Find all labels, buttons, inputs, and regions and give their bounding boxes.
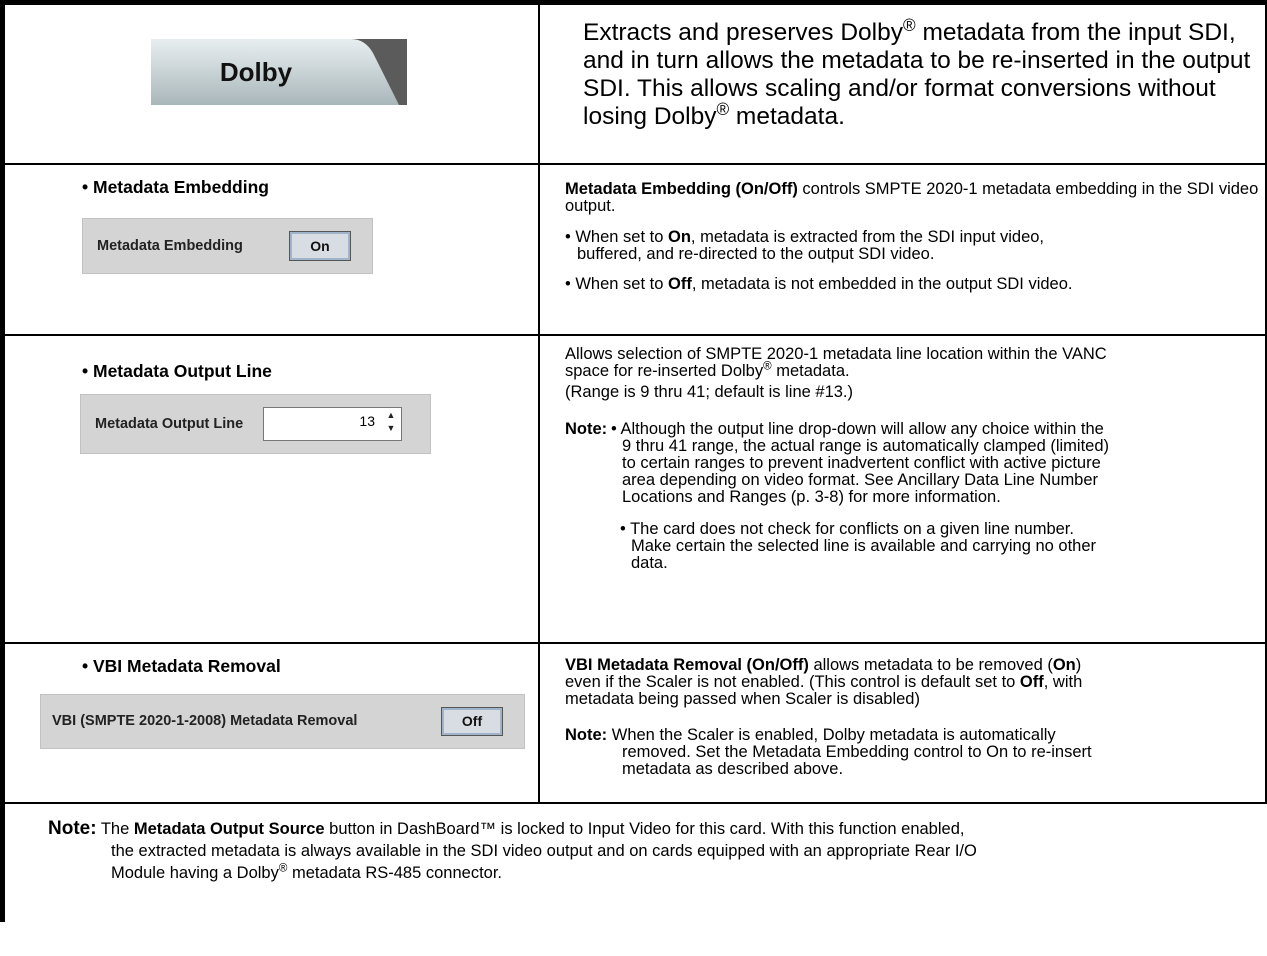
- output-line-label: Metadata Output Line: [95, 416, 244, 432]
- tab-label: Dolby: [219, 57, 293, 87]
- vbi-note-3: metadata as described above.: [622, 760, 844, 778]
- output-line-note1-l3: to certain ranges to prevent inadvertent…: [622, 454, 1101, 472]
- vbi-desc-2: even if the Scaler is not enabled. (This…: [565, 673, 1083, 691]
- intro-text: Extracts and preserves Dolby® metadata f…: [583, 14, 1251, 130]
- vbi-toggle-button[interactable]: Off: [441, 707, 503, 736]
- vbi-note-1: Note: When the Scaler is enabled, Dolby …: [565, 726, 1056, 744]
- output-line-note1-l2: 9 thru 41 range, the actual range is aut…: [622, 437, 1109, 455]
- vbi-desc-1: VBI Metadata Removal (On/Off) allows met…: [565, 656, 1082, 674]
- output-line-note2-l3: data.: [631, 554, 668, 572]
- embedding-label: Metadata Embedding: [97, 238, 243, 254]
- output-line-range: (Range is 9 thru 41; default is line #13…: [565, 383, 854, 401]
- output-line-note2-l1: • The card does not check for conflicts …: [620, 520, 1074, 538]
- output-line-desc-2: space for re-inserted Dolby® metadata.: [565, 360, 850, 380]
- embedding-toggle-button[interactable]: On: [289, 231, 351, 261]
- embedding-title: • Metadata Embedding: [82, 177, 269, 197]
- footer-line-3: Module having a Dolby® metadata RS-485 c…: [111, 862, 503, 882]
- footer-line-2: the extracted metadata is always availab…: [111, 842, 977, 860]
- vbi-note-2: removed. Set the Metadata Embedding cont…: [622, 743, 1092, 761]
- embedding-bullet-on: • When set to On, metadata is extracted …: [565, 228, 1045, 246]
- dolby-tab-cell: Dolby: [1, 1, 540, 165]
- page: Dolby Extracts and preserves Dolby® meta…: [0, 0, 1267, 956]
- vbi-desc-cell: VBI Metadata Removal (On/Off) allows met…: [538, 642, 1267, 804]
- output-line-note1-l1: • Although the output line drop-down wil…: [611, 420, 1104, 438]
- footer-note-cell: Note: The Metadata Output Source button …: [1, 802, 1266, 922]
- output-line-value: 13: [359, 413, 375, 429]
- output-line-note1-l4: area depending on video format. See Anci…: [622, 471, 1099, 489]
- output-line-control: Metadata Output Line 13 ▲ ▼: [80, 394, 431, 454]
- embedding-desc: Metadata Embedding (On/Off) controls SMP…: [565, 180, 1259, 215]
- output-line-desc-cell: Allows selection of SMPTE 2020-1 metadat…: [538, 334, 1267, 644]
- dolby-tab[interactable]: Dolby: [151, 39, 407, 105]
- vbi-cell: • VBI Metadata Removal VBI (SMPTE 2020-1…: [1, 642, 540, 804]
- vbi-control: VBI (SMPTE 2020-1-2008) Metadata Removal…: [40, 694, 525, 749]
- output-line-title: • Metadata Output Line: [82, 361, 272, 381]
- output-line-note-label: Note:: [565, 420, 608, 438]
- spinner-arrows-icon[interactable]: ▲ ▼: [383, 409, 399, 439]
- vbi-label: VBI (SMPTE 2020-1-2008) Metadata Removal: [52, 713, 358, 729]
- embedding-desc-cell: Metadata Embedding (On/Off) controls SMP…: [538, 163, 1267, 336]
- footer-line-1: Note: The Metadata Output Source button …: [48, 818, 965, 839]
- output-line-spinner[interactable]: 13 ▲ ▼: [263, 407, 402, 441]
- feature-table: Dolby Extracts and preserves Dolby® meta…: [0, 0, 1267, 922]
- output-line-desc-1: Allows selection of SMPTE 2020-1 metadat…: [565, 345, 1107, 363]
- embedding-bullet-on-cont: buffered, and re-directed to the output …: [577, 245, 935, 263]
- embedding-cell: • Metadata Embedding Metadata Embedding …: [1, 163, 540, 336]
- output-line-cell: • Metadata Output Line Metadata Output L…: [1, 334, 540, 644]
- output-line-note1-l5: Locations and Ranges (p. 3-8) for more i…: [622, 488, 1001, 506]
- embedding-bullet-off: • When set to Off, metadata is not embed…: [565, 275, 1073, 293]
- output-line-note2-l2: Make certain the selected line is availa…: [631, 537, 1097, 555]
- embedding-control: Metadata Embedding On: [82, 218, 373, 274]
- intro-cell: Extracts and preserves Dolby® metadata f…: [538, 1, 1267, 165]
- vbi-desc-3: metadata being passed when Scaler is dis…: [565, 690, 920, 708]
- vbi-title: • VBI Metadata Removal: [82, 656, 281, 676]
- footer-note: Note: The Metadata Output Source button …: [48, 818, 1258, 884]
